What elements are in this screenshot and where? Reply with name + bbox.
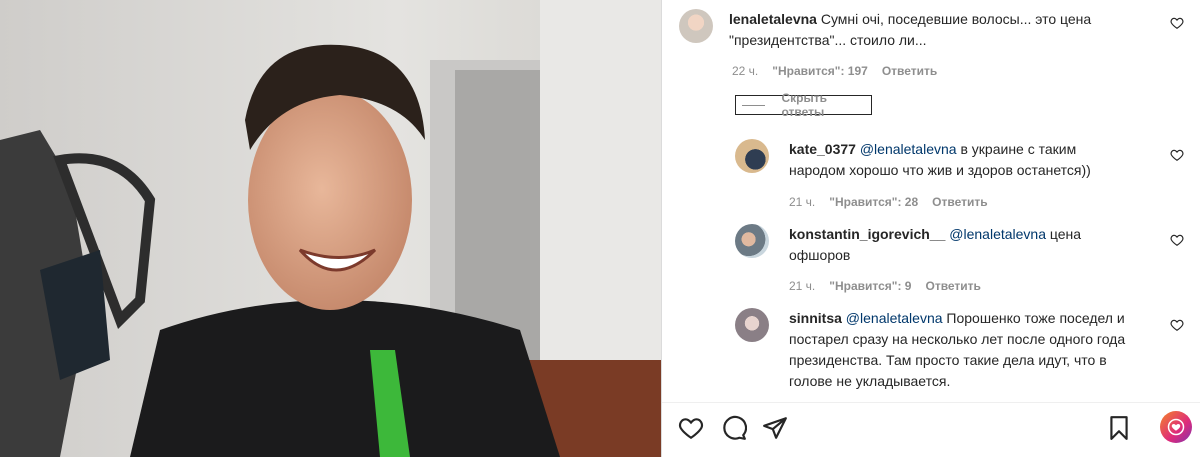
heart-badge-icon[interactable] [1160, 411, 1192, 443]
reply-author[interactable]: konstantin_igorevich__ [789, 226, 945, 242]
likes-count[interactable]: "Нравится": 9 [829, 279, 911, 293]
reply-mention[interactable]: @lenaletalevna [846, 310, 943, 326]
reply-comment: sinnitsa @lenaletalevna Порошенко тоже п… [789, 308, 1169, 392]
reply-author[interactable]: kate_0377 [789, 141, 856, 157]
reply-time: 21 ч. [789, 279, 816, 293]
hide-replies-label: Скрыть ответы [781, 91, 827, 119]
reply-button[interactable]: Ответить [932, 195, 987, 209]
main-comment-meta: 22 ч. "Нравится": 197 Ответить [732, 64, 937, 78]
reply-mention[interactable]: @lenaletalevna [860, 141, 957, 157]
reply-meta: 21 ч. "Нравится": 28 Ответить [789, 195, 988, 209]
reply-author[interactable]: sinnitsa [789, 310, 842, 326]
reply-button[interactable]: Ответить [925, 279, 980, 293]
comments-panel: lenaletalevna Сумні очі, поседевшие воло… [662, 0, 1200, 457]
reply-text-1: Порошенко тоже поседел и [942, 310, 1125, 326]
likes-count[interactable]: "Нравится": 28 [829, 195, 918, 209]
reply-button[interactable]: Ответить [882, 64, 937, 78]
heart-icon[interactable] [1170, 318, 1184, 332]
reply-time: 21 ч. [789, 195, 816, 209]
post-photo[interactable] [0, 0, 661, 457]
reply-text-1: цена [1046, 226, 1082, 242]
comment-icon[interactable] [721, 415, 747, 441]
reply-text-2: народом хорошо что жив и здоров останетс… [789, 162, 1091, 178]
reply-mention[interactable]: @lenaletalevna [949, 226, 1046, 242]
heart-icon[interactable] [1170, 148, 1184, 162]
post-action-bar [662, 402, 1200, 457]
main-comment: lenaletalevna Сумні очі, поседевшие воло… [729, 9, 1159, 51]
bookmark-icon[interactable] [1106, 415, 1132, 441]
heart-icon[interactable] [1170, 16, 1184, 30]
heart-icon [1167, 418, 1185, 436]
hide-replies-line [742, 104, 766, 106]
likes-count[interactable]: "Нравится": 197 [772, 64, 868, 78]
reply-meta: 21 ч. "Нравится": 9 Ответить [789, 279, 981, 293]
reply-avatar[interactable] [735, 224, 769, 258]
reply-comment: konstantin_igorevich__ @lenaletalevna це… [789, 224, 1169, 266]
author-avatar[interactable] [679, 9, 713, 43]
selfie-image [0, 0, 661, 457]
heart-icon[interactable] [1170, 233, 1184, 247]
reply-avatar[interactable] [735, 308, 769, 342]
heart-icon[interactable] [678, 415, 704, 441]
hide-replies-button[interactable]: Скрыть ответы [735, 91, 872, 119]
reply-comment: kate_0377 @lenaletalevna в украине с так… [789, 139, 1169, 181]
reply-text-2: офшоров [789, 247, 851, 263]
comment-text-2: "президентства"... стоило ли... [729, 32, 927, 48]
comment-author[interactable]: lenaletalevna [729, 11, 817, 27]
reply-text-2: постарел сразу на несколько лет после од… [789, 331, 1126, 347]
reply-text-1: в украине с таким [956, 141, 1077, 157]
reply-text-3: президенства. Там просто такие дела идут… [789, 352, 1107, 368]
comment-time: 22 ч. [732, 64, 759, 78]
reply-text-4: голове не укладывается. [789, 373, 951, 389]
share-icon[interactable] [762, 415, 788, 441]
reply-avatar[interactable] [735, 139, 769, 173]
comment-text-1: Сумні очі, поседевшие волосы... это цена [820, 11, 1092, 27]
